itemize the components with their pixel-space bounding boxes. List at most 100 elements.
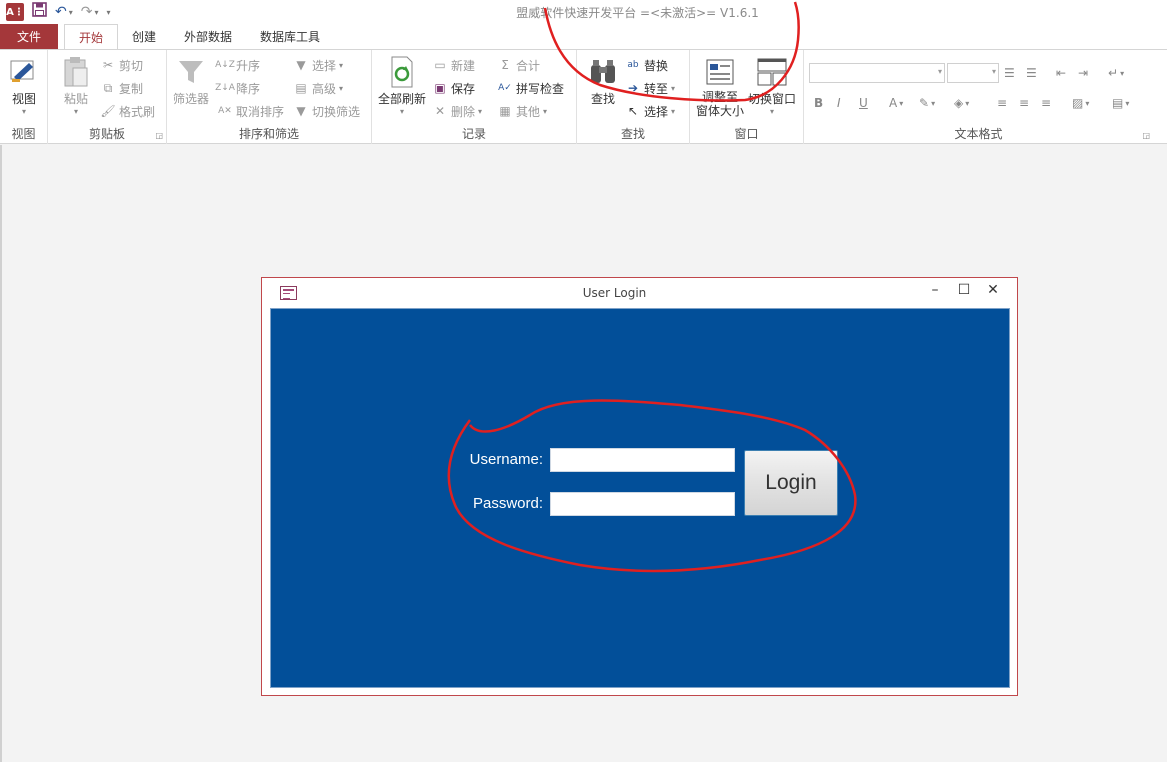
group-text-formatting: ▾ ▾ ☰ ☰ ⇤ ⇥ ↵ ▾ B I U A ▾ ✎ ▾ ◈ ▾ ≡ ≡ ≡ ▨ ▾ ▤… xyxy=(804,50,1153,144)
numbering-icon: ☰ xyxy=(1026,66,1037,80)
minimize-icon[interactable]: – xyxy=(924,282,946,298)
decrease-indent-button[interactable]: ⇤ xyxy=(1056,64,1066,82)
clear-sort-button[interactable]: A✕ 取消排序 xyxy=(217,101,284,121)
paragraph-direction-button[interactable]: ↵ ▾ xyxy=(1108,64,1124,82)
clipboard-launcher-icon[interactable]: ◲ xyxy=(155,131,163,140)
totals-label: 合计 xyxy=(516,58,541,73)
sort-descending-button[interactable]: Z↓A 降序 xyxy=(215,78,260,98)
selection-button[interactable]: ▼ 选择 ▾ xyxy=(293,55,343,75)
ribbon: 视图 ▾ 视图 粘贴 ▾ ✂ 剪切 ⧉ 复制 🖌 格式刷 剪贴板 ◲ 筛选器 A↓Z 升… xyxy=(0,49,1167,144)
totals-button[interactable]: Σ 合计 xyxy=(497,55,540,75)
numbering-button[interactable]: ☰ xyxy=(1026,64,1037,82)
tab-database-tools[interactable]: 数据库工具 xyxy=(246,24,334,49)
switch-windows-icon xyxy=(756,56,788,88)
alternate-row-icon: ▤ xyxy=(1112,96,1124,110)
alternate-row-color-button[interactable]: ▤ ▾ xyxy=(1112,94,1129,112)
underline-button[interactable]: U xyxy=(859,94,868,112)
login-button[interactable]: Login xyxy=(744,450,838,516)
username-input[interactable] xyxy=(550,448,735,472)
toggle-filter-icon: ▼ xyxy=(296,104,306,118)
save-label: 保存 xyxy=(451,81,476,96)
bullets-button[interactable]: ☰ xyxy=(1004,64,1015,82)
font-color-button[interactable]: A ▾ xyxy=(889,94,903,112)
paste-button[interactable]: 粘贴 ▾ xyxy=(60,56,92,116)
fit-form-icon xyxy=(704,56,736,88)
tab-external-data[interactable]: 外部数据 xyxy=(170,24,246,49)
gridlines-icon: ▨ xyxy=(1072,96,1084,110)
highlight-button[interactable]: ✎ ▾ xyxy=(919,94,935,112)
close-icon[interactable]: ✕ xyxy=(982,282,1004,298)
group-label-records: 记录 xyxy=(461,127,486,141)
bold-button[interactable]: B xyxy=(814,94,823,112)
goto-button[interactable]: ➔ 转至 ▾ xyxy=(625,78,675,98)
format-painter-button[interactable]: 🖌 格式刷 xyxy=(100,101,155,121)
copy-icon: ⧉ xyxy=(103,80,113,95)
new-label: 新建 xyxy=(451,58,476,73)
advanced-button[interactable]: ▤ 高级 ▾ xyxy=(293,78,343,98)
replace-label: 替换 xyxy=(644,58,669,73)
increase-indent-button[interactable]: ⇥ xyxy=(1078,64,1088,82)
find-button[interactable]: 查找 xyxy=(587,56,619,107)
cut-label: 剪切 xyxy=(119,58,144,73)
delete-record-button[interactable]: ✕ 删除 ▾ xyxy=(432,101,482,121)
italic-button[interactable]: I xyxy=(837,94,841,112)
cursor-icon: ↖ xyxy=(627,104,639,118)
maximize-icon[interactable]: ☐ xyxy=(953,282,975,298)
view-button[interactable]: 视图 ▾ xyxy=(8,56,40,116)
replace-button[interactable]: ab 替换 xyxy=(625,55,668,75)
save-record-button[interactable]: ▣ 保存 xyxy=(432,78,475,98)
select-button[interactable]: ↖ 选择 ▾ xyxy=(625,101,675,121)
fill-bucket-icon: ◈ xyxy=(954,96,964,110)
refresh-icon xyxy=(386,56,418,88)
gridlines-button[interactable]: ▨ ▾ xyxy=(1072,94,1089,112)
tab-create[interactable]: 创建 xyxy=(118,24,170,49)
toggle-filter-button[interactable]: ▼ 切换筛选 xyxy=(293,101,360,121)
delete-label: 删除 xyxy=(451,104,476,119)
copy-label: 复制 xyxy=(119,81,144,96)
window-title: User Login xyxy=(582,286,647,300)
clear-sort-icon: A✕ xyxy=(218,106,232,116)
advanced-dropdown-icon: ▾ xyxy=(339,83,344,93)
font-name-combo[interactable]: ▾ xyxy=(809,63,945,83)
text-format-launcher-icon[interactable]: ◲ xyxy=(1142,131,1150,140)
paste-label: 粘贴 xyxy=(63,92,88,106)
new-record-button[interactable]: ▭ 新建 xyxy=(432,55,475,75)
group-window: 调整至 窗体大小 切换窗口 ▾ 窗口 xyxy=(690,50,804,144)
align-right-icon: ≡ xyxy=(1041,96,1052,110)
font-size-combo[interactable]: ▾ xyxy=(947,63,999,83)
align-right-button[interactable]: ≡ xyxy=(1041,94,1051,112)
spelling-button[interactable]: A✓ 拼写检查 xyxy=(497,78,564,98)
group-label-view: 视图 xyxy=(11,127,36,141)
refresh-all-button[interactable]: 全部刷新 ▾ xyxy=(378,56,426,116)
tab-file[interactable]: 文件 xyxy=(0,24,58,49)
select-dropdown-icon: ▾ xyxy=(671,106,676,116)
view-label: 视图 xyxy=(11,92,36,106)
user-login-window: User Login – ☐ ✕ Username: Password: Log… xyxy=(261,277,1018,696)
group-sort-filter: 筛选器 A↓Z 升序 Z↓A 降序 A✕ 取消排序 ▼ 选择 ▾ ▤ 高级 ▾ ▼ 切换筛选 排… xyxy=(167,50,372,144)
paragraph-direction-icon: ↵ xyxy=(1108,66,1119,80)
sort-az-icon: A↓Z xyxy=(215,60,235,70)
align-left-button[interactable]: ≡ xyxy=(997,94,1007,112)
filter-button[interactable]: 筛选器 xyxy=(173,56,209,107)
password-input[interactable] xyxy=(550,492,735,516)
title-bar: A⋮ ↶ ▾ ↷ ▾ ▾ 盟威软件快速开发平台 =<未激活>= V1.6.1 xyxy=(0,0,1167,24)
sort-ascending-button[interactable]: A↓Z 升序 xyxy=(215,55,260,75)
align-center-button[interactable]: ≡ xyxy=(1019,94,1029,112)
advanced-label: 高级 xyxy=(312,81,337,96)
spelling-label: 拼写检查 xyxy=(516,81,565,96)
tab-home[interactable]: 开始 xyxy=(64,24,119,50)
window-title-bar[interactable]: User Login – ☐ ✕ xyxy=(262,278,1017,309)
more-button[interactable]: ▦ 其他 ▾ xyxy=(497,101,547,121)
group-records: 全部刷新 ▾ ▭ 新建 ▣ 保存 ✕ 删除 ▾ Σ 合计 A✓ 拼写检查 ▦ 其他 ▾ 记录 xyxy=(372,50,577,144)
refresh-all-label: 全部刷新 xyxy=(378,92,427,106)
brush-icon: 🖌 xyxy=(100,104,116,118)
cut-button[interactable]: ✂ 剪切 xyxy=(100,55,143,75)
copy-button[interactable]: ⧉ 复制 xyxy=(100,78,143,98)
switch-windows-button[interactable]: 切换窗口 ▾ xyxy=(748,56,796,116)
toggle-filter-label: 切换筛选 xyxy=(312,104,361,119)
fit-to-form-button[interactable]: 调整至 窗体大小 xyxy=(696,56,744,118)
paste-icon xyxy=(60,56,92,88)
more-label: 其他 xyxy=(516,104,541,119)
fill-color-button[interactable]: ◈ ▾ xyxy=(954,94,969,112)
selection-label: 选择 xyxy=(312,58,337,73)
